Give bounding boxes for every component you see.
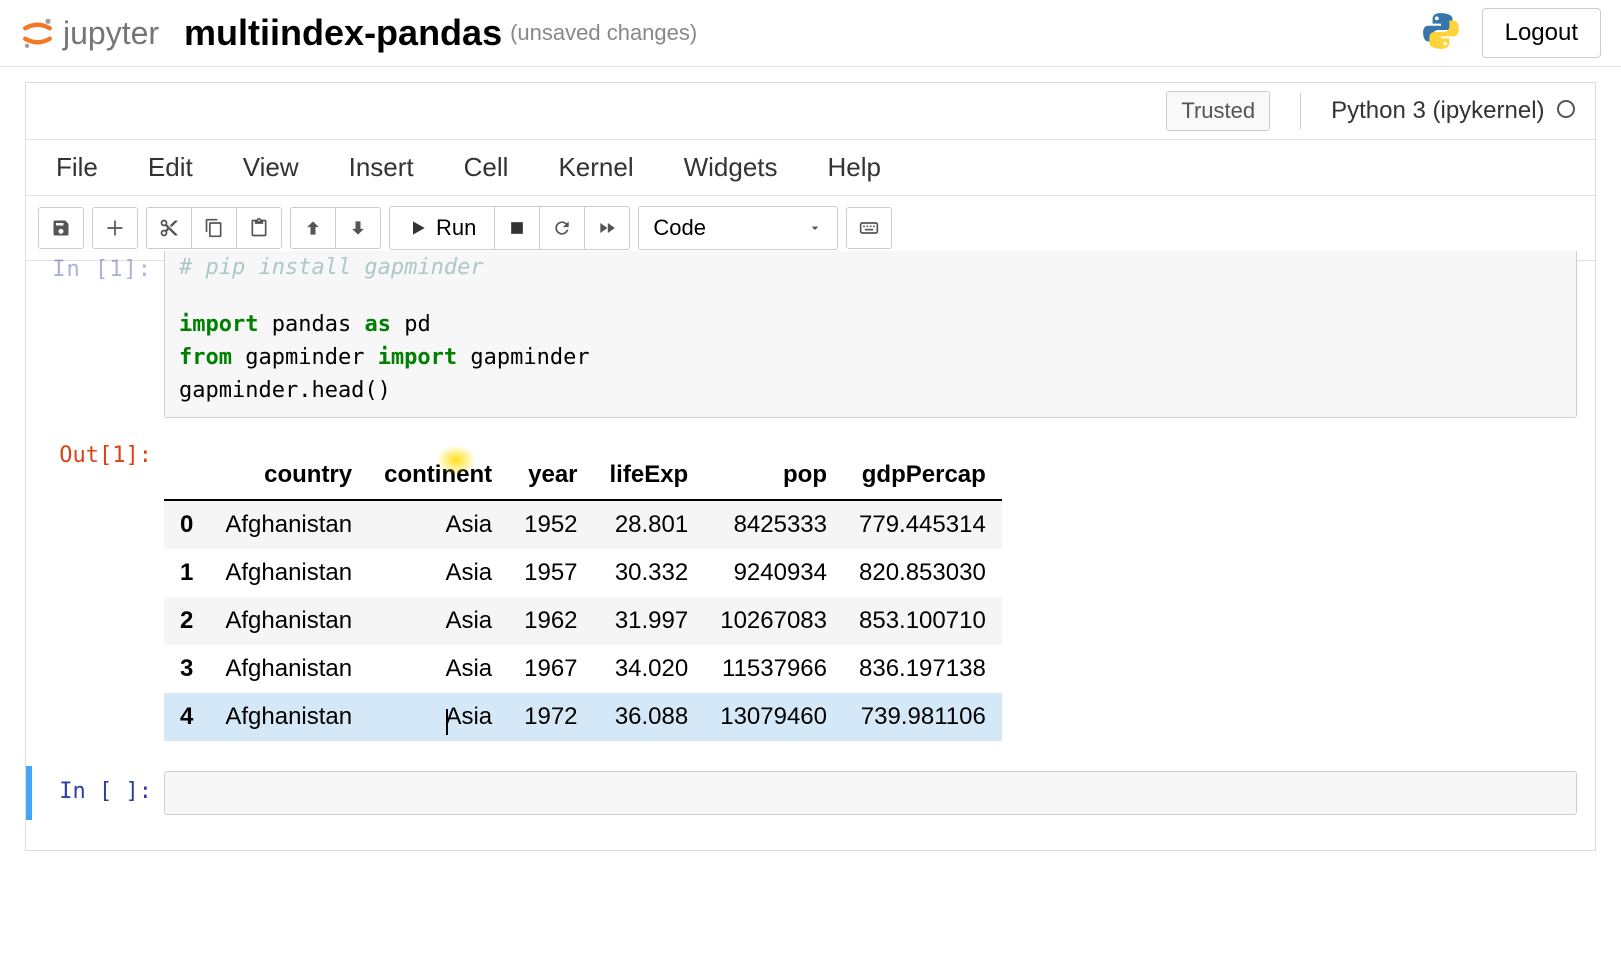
menu-widgets[interactable]: Widgets <box>684 152 778 183</box>
cut-button[interactable] <box>146 207 192 249</box>
restart-icon <box>552 218 572 238</box>
menu-edit[interactable]: Edit <box>148 152 193 183</box>
stop-button[interactable] <box>494 206 540 250</box>
code-line-3: gapminder.head() <box>179 374 1562 407</box>
cell-type-select[interactable]: Code <box>638 206 838 250</box>
menu-insert[interactable]: Insert <box>349 152 414 183</box>
table-row: 1 Afghanistan Asia 1957 30.332 9240934 8… <box>164 549 1002 597</box>
cell-type-value: Code <box>653 215 706 241</box>
code-input-area[interactable] <box>164 771 1577 815</box>
code-line-comment: # pip install gapminder <box>179 251 1562 284</box>
paste-button[interactable] <box>236 207 282 249</box>
table-row: 2 Afghanistan Asia 1962 31.997 10267083 … <box>164 597 1002 645</box>
table-row: 4 Afghanistan Asia 1972 36.088 13079460 … <box>164 693 1002 741</box>
menu-bar: File Edit View Insert Cell Kernel Widget… <box>26 140 1595 196</box>
arrow-down-icon <box>348 218 368 238</box>
col-continent: continent <box>368 451 508 500</box>
logout-button[interactable]: Logout <box>1482 8 1601 58</box>
menu-kernel[interactable]: Kernel <box>558 152 633 183</box>
move-down-button[interactable] <box>335 207 381 249</box>
code-line-2: from gapminder import gapminder <box>179 341 1562 374</box>
jupyter-logo-text: jupyter <box>63 15 159 52</box>
table-header-row: country continent year lifeExp pop gdpPe… <box>164 451 1002 500</box>
run-button[interactable]: Run <box>389 206 495 250</box>
play-icon <box>408 218 428 238</box>
copy-button[interactable] <box>191 207 237 249</box>
restart-run-all-button[interactable] <box>584 206 630 250</box>
col-index <box>164 451 209 500</box>
page-header: jupyter multiindex-pandas (unsaved chang… <box>0 0 1621 67</box>
restart-button[interactable] <box>539 206 585 250</box>
menu-file[interactable]: File <box>56 152 98 183</box>
kernel-bar: Trusted Python 3 (ipykernel) <box>26 83 1595 140</box>
output-prompt: Out[1]: <box>44 443 164 741</box>
fast-forward-icon <box>597 218 617 238</box>
trusted-badge[interactable]: Trusted <box>1166 91 1270 131</box>
dataframe-output: country continent year lifeExp pop gdpPe… <box>164 451 1002 741</box>
code-line-1: import pandas as pd <box>179 308 1562 341</box>
input-prompt: In [ ]: <box>44 771 164 815</box>
add-cell-button[interactable] <box>92 207 138 249</box>
col-country: country <box>209 451 368 500</box>
table-row: 0 Afghanistan Asia 1952 28.801 8425333 7… <box>164 500 1002 549</box>
separator <box>1300 93 1301 129</box>
input-prompt: In [1]: <box>44 257 164 412</box>
jupyter-logo[interactable]: jupyter <box>20 15 159 52</box>
menu-view[interactable]: View <box>243 152 299 183</box>
save-button[interactable] <box>38 207 84 249</box>
kernel-name-container[interactable]: Python 3 (ipykernel) <box>1331 97 1575 125</box>
notebook-cells-area: In [1]: # pip install gapminder import p… <box>26 263 1595 850</box>
code-cell-1[interactable]: In [1]: # pip install gapminder import p… <box>26 263 1595 423</box>
kernel-name: Python 3 (ipykernel) <box>1331 97 1544 124</box>
notebook-name[interactable]: multiindex-pandas <box>184 12 502 54</box>
code-cell-2[interactable]: In [ ]: <box>26 766 1595 820</box>
table-row: 3 Afghanistan Asia 1967 34.020 11537966 … <box>164 645 1002 693</box>
jupyter-planet-icon <box>20 16 55 51</box>
copy-icon <box>204 218 224 238</box>
notebook-container: Trusted Python 3 (ipykernel) File Edit V… <box>25 82 1596 851</box>
python-icon <box>1420 10 1462 57</box>
code-input-area[interactable]: # pip install gapminder import pandas as… <box>164 251 1577 418</box>
col-year: year <box>508 451 593 500</box>
arrow-up-icon <box>303 218 323 238</box>
paste-icon <box>249 218 269 238</box>
keyboard-icon <box>859 218 879 238</box>
col-gdppercap: gdpPercap <box>843 451 1002 500</box>
move-up-button[interactable] <box>290 207 336 249</box>
save-icon <box>51 218 71 238</box>
col-lifeexp: lifeExp <box>594 451 705 500</box>
run-label: Run <box>436 215 476 241</box>
col-pop: pop <box>704 451 843 500</box>
kernel-status-indicator <box>1557 100 1575 118</box>
menu-cell[interactable]: Cell <box>464 152 509 183</box>
chevron-down-icon <box>807 220 823 236</box>
command-palette-button[interactable] <box>846 207 892 249</box>
plus-icon <box>105 218 125 238</box>
scissors-icon <box>159 218 179 238</box>
unsaved-changes-label: (unsaved changes) <box>510 20 697 46</box>
stop-icon <box>507 218 527 238</box>
output-cell-1: Out[1]: country continent year lifeExp p… <box>26 438 1595 746</box>
menu-help[interactable]: Help <box>828 152 881 183</box>
